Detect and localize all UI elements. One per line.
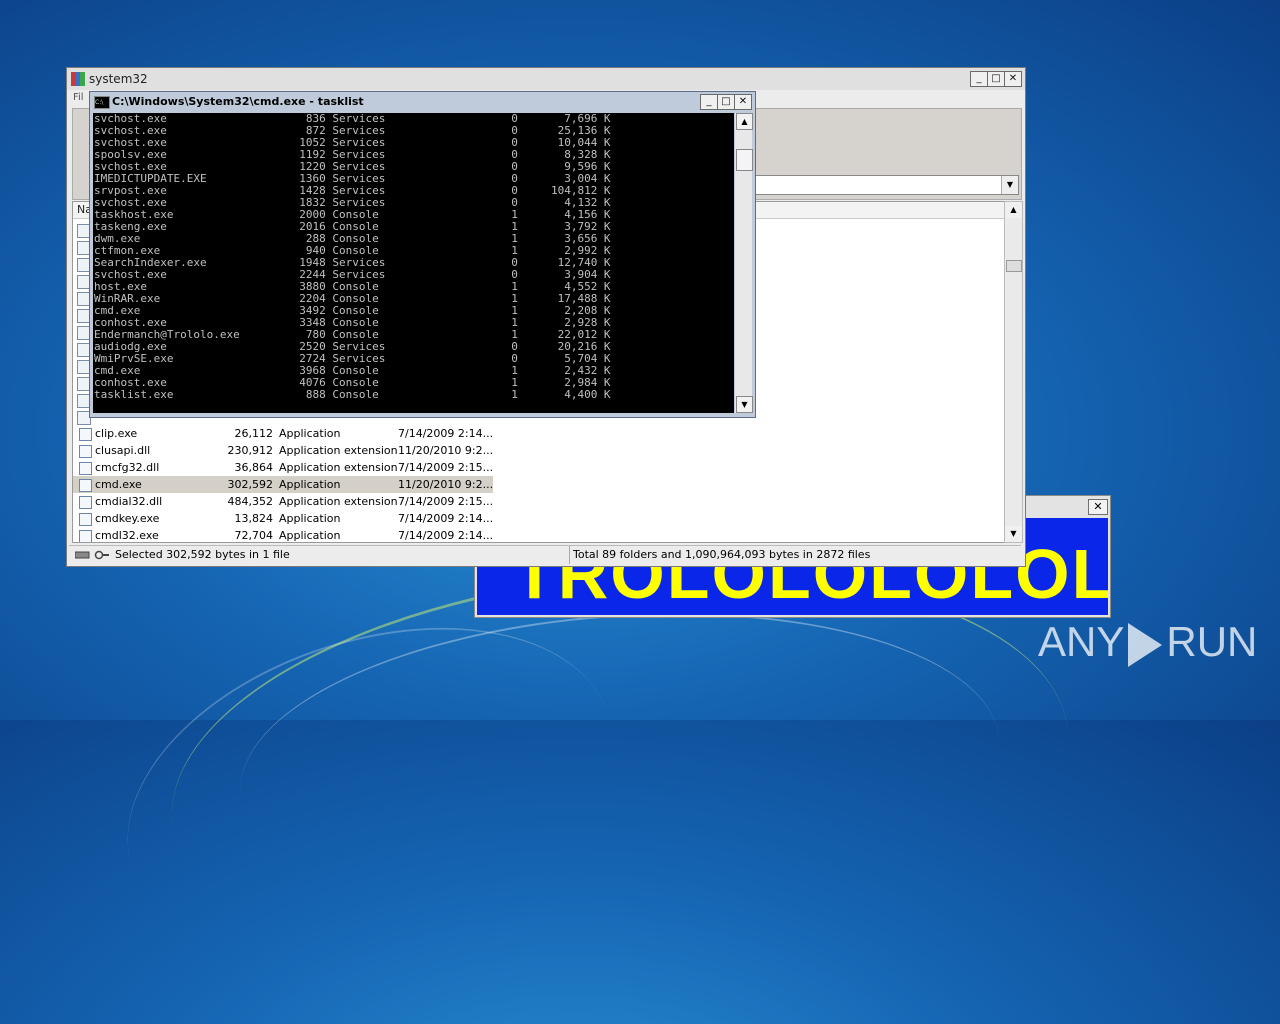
dll-icon xyxy=(79,462,92,475)
cmd-titlebar[interactable]: C:\ C:\Windows\System32\cmd.exe - taskli… xyxy=(90,92,755,112)
file-list-scrollbar[interactable]: ▲ ▼ xyxy=(1004,201,1023,543)
file-date: 7/14/2009 2:14... xyxy=(398,512,494,525)
winrar-app-icon xyxy=(71,72,85,86)
winrar-titlebar[interactable]: system32 _ □ ✕ xyxy=(67,68,1025,90)
watermark-left: ANY xyxy=(1038,618,1125,665)
application-icon xyxy=(79,428,92,441)
table-row[interactable]: clusapi.dll 230,912 Application extensio… xyxy=(73,442,493,459)
file-date: 7/14/2009 2:15... xyxy=(398,495,494,508)
maximize-button[interactable]: □ xyxy=(987,71,1005,87)
menu-file[interactable]: Fil xyxy=(73,92,84,103)
scroll-up-icon[interactable]: ▲ xyxy=(1005,202,1022,218)
cmd-app-icon: C:\ xyxy=(94,96,110,109)
file-size: 302,592 xyxy=(227,478,274,491)
cmd-title: C:\Windows\System32\cmd.exe - tasklist xyxy=(112,95,364,108)
winrar-title: system32 xyxy=(89,72,148,86)
file-name: cmdial32.dll xyxy=(95,495,163,508)
file-size: 36,864 xyxy=(234,461,274,474)
watermark-right: RUN xyxy=(1166,618,1258,665)
file-date: 11/20/2010 9:2... xyxy=(398,444,494,457)
file-name: clip.exe xyxy=(95,427,138,440)
file-name: clusapi.dll xyxy=(95,444,151,457)
status-bar: Selected 302,592 bytes in 1 file Total 8… xyxy=(69,545,1021,564)
console-scrollbar[interactable]: ▲ ▼ xyxy=(735,113,753,413)
file-type: Application xyxy=(279,512,341,525)
status-selection: Selected 302,592 bytes in 1 file xyxy=(115,548,290,561)
scroll-down-icon[interactable]: ▼ xyxy=(736,396,753,413)
application-icon xyxy=(79,479,92,492)
dll-icon xyxy=(79,445,92,458)
scroll-up-icon[interactable]: ▲ xyxy=(736,113,753,130)
table-row[interactable]: clip.exe 26,112 Application 7/14/2009 2:… xyxy=(73,425,493,442)
table-row[interactable]: cmdkey.exe 13,824 Application 7/14/2009 … xyxy=(73,510,493,527)
application-icon xyxy=(79,513,92,526)
status-total: Total 89 folders and 1,090,964,093 bytes… xyxy=(569,546,870,564)
table-row[interactable]: cmdl32.exe 72,704 Application 7/14/2009 … xyxy=(73,527,494,542)
cmd-minimize-button[interactable]: _ xyxy=(700,94,718,110)
file-type: Application extension xyxy=(279,444,398,457)
file-date: 7/14/2009 2:14... xyxy=(398,529,494,542)
table-row[interactable]: cmcfg32.dll 36,864 Application extension… xyxy=(73,459,493,476)
cmd-window: C:\ C:\Windows\System32\cmd.exe - taskli… xyxy=(89,91,756,418)
drive-key-icon xyxy=(75,550,109,560)
file-type: Application extension xyxy=(279,495,398,508)
file-type: Application xyxy=(279,529,341,542)
scroll-down-icon[interactable]: ▼ xyxy=(1005,526,1022,542)
table-row-selected[interactable]: cmd.exe 302,592 Application 11/20/2010 9… xyxy=(73,476,493,493)
dll-icon xyxy=(79,496,92,509)
chevron-down-icon[interactable]: ▼ xyxy=(1001,176,1018,194)
file-date: 7/14/2009 2:15... xyxy=(398,461,494,474)
table-row[interactable]: cmdial32.dll 484,352 Application extensi… xyxy=(73,493,493,510)
file-size: 484,352 xyxy=(227,495,274,508)
file-date: 11/20/2010 9:2... xyxy=(398,478,494,491)
file-name: cmcfg32.dll xyxy=(95,461,160,474)
file-name: cmdl32.exe xyxy=(95,529,159,542)
anyrun-watermark: ANY RUN xyxy=(1038,612,1257,672)
file-size: 26,112 xyxy=(234,427,274,440)
address-combobox[interactable]: ▼ xyxy=(755,175,1019,195)
tasklist-output: svchost.exe 836 Services 0 7,696 K svcho… xyxy=(94,113,611,401)
play-icon xyxy=(1128,622,1163,667)
cmd-close-button[interactable]: ✕ xyxy=(734,94,752,110)
console-output[interactable]: svchost.exe 836 Services 0 7,696 K svcho… xyxy=(93,113,734,413)
file-name: cmd.exe xyxy=(95,478,142,491)
file-date: 7/14/2009 2:14... xyxy=(398,427,494,440)
trololo-close-button[interactable]: ✕ xyxy=(1088,499,1108,515)
cmd-maximize-button[interactable]: □ xyxy=(717,94,735,110)
scrollbar-thumb[interactable] xyxy=(1006,260,1022,272)
file-size: 72,704 xyxy=(234,529,274,542)
application-icon xyxy=(79,530,92,542)
file-type: Application xyxy=(279,427,341,440)
file-type: Application xyxy=(279,478,341,491)
file-size: 230,912 xyxy=(227,444,274,457)
minimize-button[interactable]: _ xyxy=(970,71,988,87)
scrollbar-thumb[interactable] xyxy=(736,149,753,171)
file-type: Application extension xyxy=(279,461,398,474)
file-name: cmdkey.exe xyxy=(95,512,160,525)
file-size: 13,824 xyxy=(234,512,274,525)
close-button[interactable]: ✕ xyxy=(1004,71,1022,87)
